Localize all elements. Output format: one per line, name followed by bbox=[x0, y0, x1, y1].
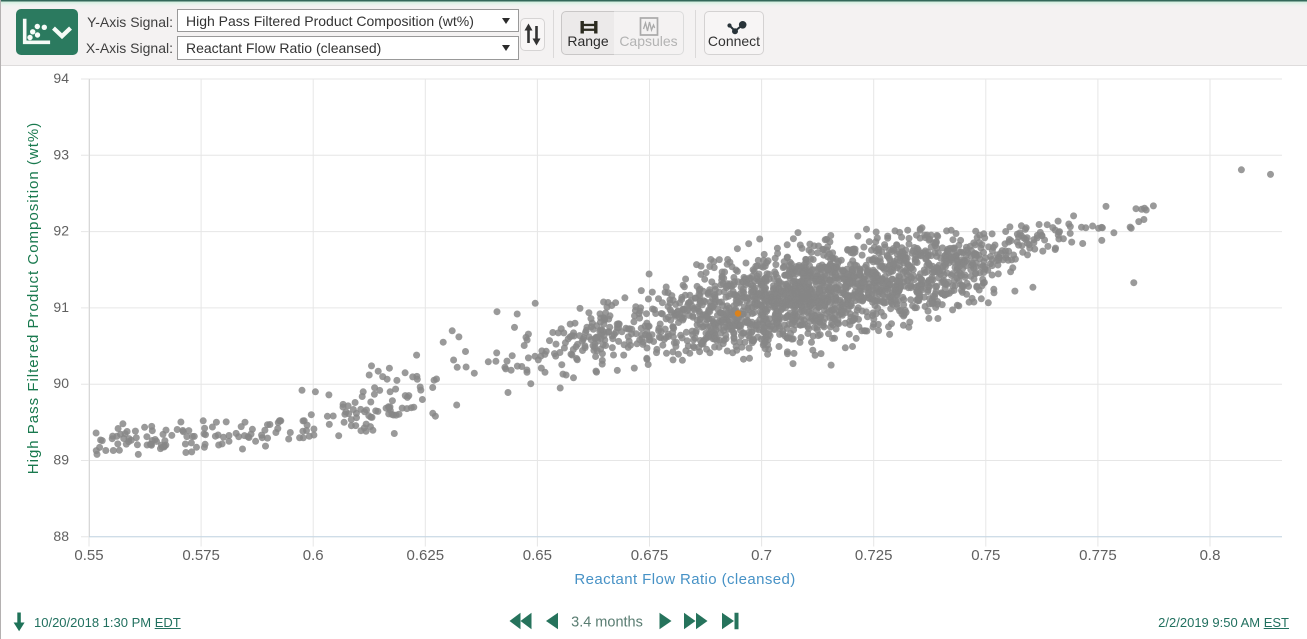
svg-text:3.4 months: 3.4 months bbox=[571, 615, 643, 631]
svg-text:89: 89 bbox=[53, 452, 69, 468]
svg-text:94: 94 bbox=[53, 70, 69, 86]
svg-text:0.625: 0.625 bbox=[407, 547, 445, 564]
svg-text:0.7: 0.7 bbox=[751, 547, 772, 564]
svg-text:0.55: 0.55 bbox=[74, 547, 103, 564]
svg-text:0.75: 0.75 bbox=[971, 547, 1000, 564]
svg-text:93: 93 bbox=[53, 146, 69, 162]
svg-text:0.675: 0.675 bbox=[631, 547, 669, 564]
svg-text:0.575: 0.575 bbox=[182, 547, 220, 564]
svg-text:90: 90 bbox=[53, 375, 69, 391]
svg-text:Reactant Flow Ratio (cleansed): Reactant Flow Ratio (cleansed) bbox=[574, 571, 795, 588]
svg-text:0.725: 0.725 bbox=[855, 547, 893, 564]
svg-text:0.8: 0.8 bbox=[1200, 547, 1221, 564]
svg-text:High Pass Filtered Product Com: High Pass Filtered Product Composition (… bbox=[25, 122, 42, 474]
svg-text:92: 92 bbox=[53, 223, 69, 239]
svg-text:0.6: 0.6 bbox=[303, 547, 324, 564]
svg-text:0.775: 0.775 bbox=[1079, 547, 1117, 564]
svg-text:91: 91 bbox=[53, 299, 69, 315]
svg-text:88: 88 bbox=[53, 528, 69, 544]
svg-text:0.65: 0.65 bbox=[523, 547, 552, 564]
